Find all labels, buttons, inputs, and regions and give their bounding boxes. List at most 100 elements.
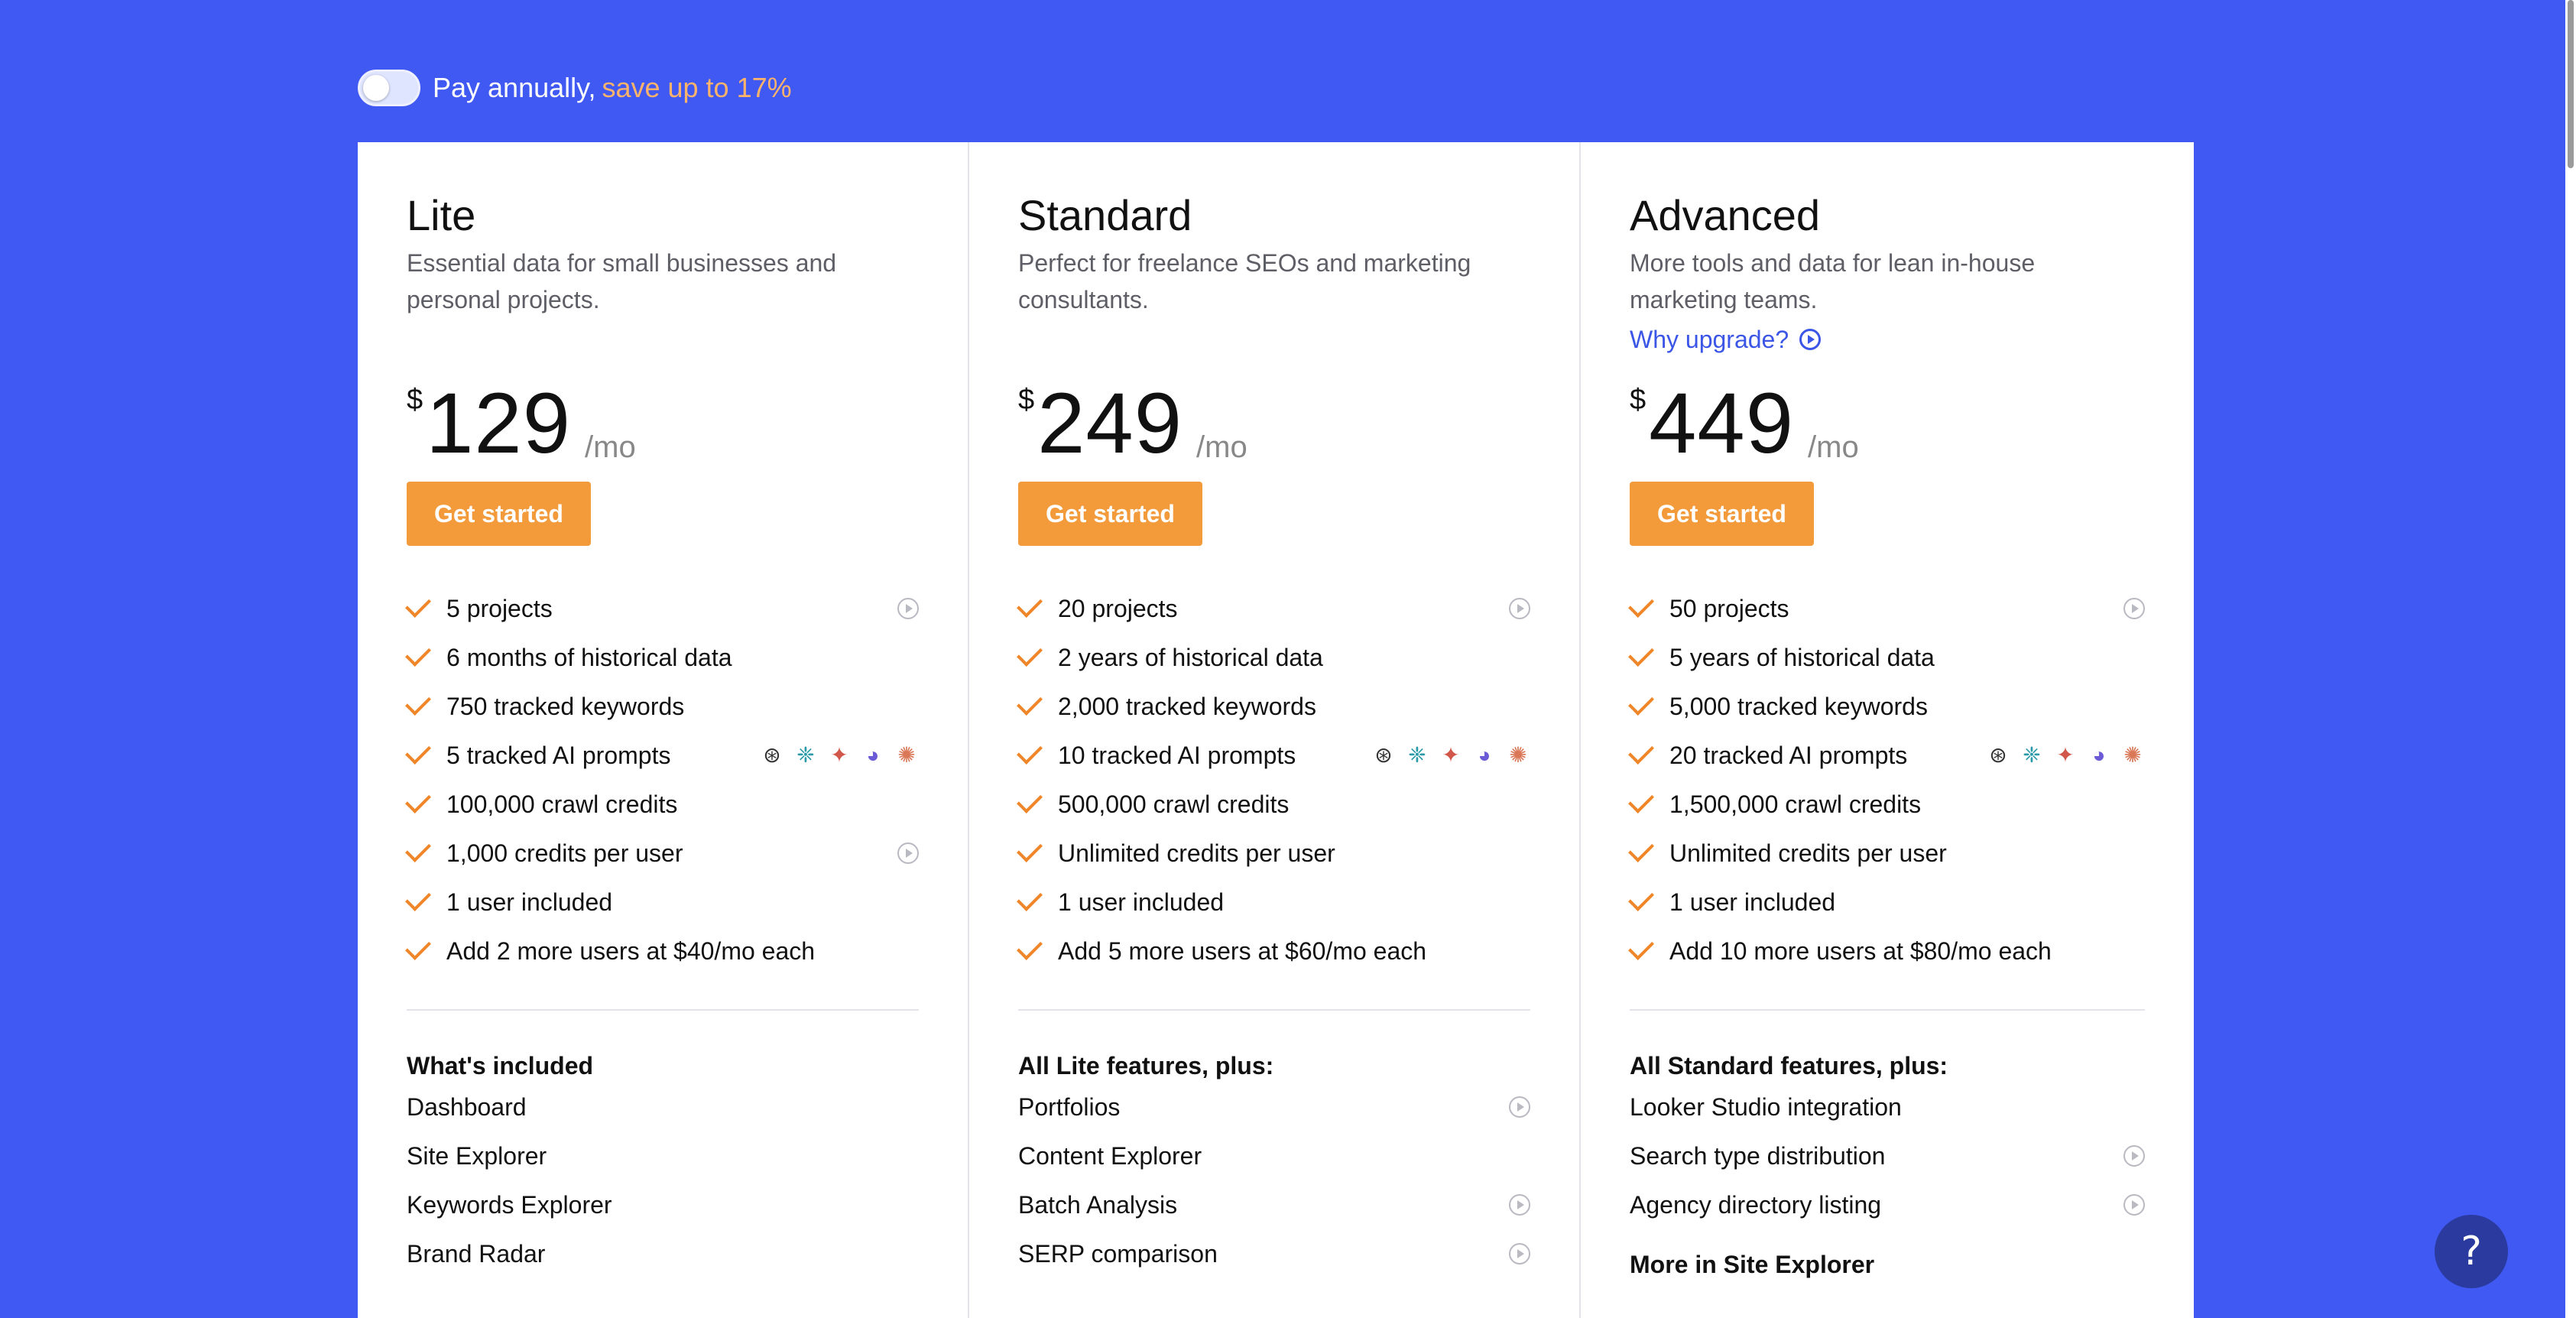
plan-name: Lite bbox=[407, 191, 476, 239]
feature-text: 5,000 tracked keywords bbox=[1669, 692, 1928, 720]
play-icon[interactable] bbox=[2123, 1145, 2145, 1167]
play-icon[interactable] bbox=[1509, 1096, 1530, 1118]
check-icon bbox=[405, 641, 431, 667]
gemini-icon: ✦ bbox=[1442, 743, 1460, 767]
currency-symbol: $ bbox=[1630, 384, 1646, 416]
plan-price: $ 129 /mo bbox=[407, 375, 919, 474]
check-icon bbox=[1628, 885, 1654, 911]
billing-toggle-row: Pay annually, save up to 17% bbox=[358, 69, 792, 107]
price-amount: 449 bbox=[1649, 375, 1795, 471]
included-text: Batch Analysis bbox=[1018, 1190, 1178, 1219]
price-period: /mo bbox=[1196, 430, 1247, 464]
included-list: Portfolios Content Explorer Batch Analys… bbox=[1018, 1083, 1530, 1278]
toggle-knob bbox=[363, 75, 389, 101]
check-icon bbox=[405, 690, 431, 716]
feature-item: 20 tracked AI prompts ⊛ ❈ ✦ ◕ ✺ bbox=[1628, 731, 2145, 780]
claude-icon: ✺ bbox=[1509, 743, 1527, 767]
plan-price: $ 449 /mo bbox=[1630, 375, 2145, 474]
perplexity-icon: ❈ bbox=[1408, 743, 1426, 767]
plan-card-lite: Lite Essential data for small businesses… bbox=[358, 142, 969, 1318]
scrollbar[interactable] bbox=[2565, 0, 2576, 1318]
play-icon[interactable] bbox=[897, 842, 919, 864]
included-item: Brand Radar bbox=[407, 1239, 546, 1268]
feature-text: Unlimited credits per user bbox=[1058, 839, 1335, 867]
plan-description: Essential data for small businesses and … bbox=[407, 249, 837, 313]
feature-item: 1 user included bbox=[405, 878, 919, 927]
feature-text: 1 user included bbox=[1058, 888, 1225, 916]
feature-item: 5 years of historical data bbox=[1628, 633, 2145, 682]
check-icon bbox=[405, 836, 431, 862]
feature-text: 1 user included bbox=[1669, 888, 1836, 916]
get-started-button[interactable]: Get started bbox=[407, 482, 591, 546]
annual-billing-toggle[interactable] bbox=[358, 70, 420, 106]
gemini-icon: ✦ bbox=[2056, 743, 2075, 767]
feature-text: 5 tracked AI prompts bbox=[446, 741, 671, 769]
chatgpt-icon: ⊛ bbox=[1374, 743, 1393, 767]
help-button[interactable]: ? bbox=[2435, 1215, 2508, 1288]
play-icon[interactable] bbox=[1509, 1194, 1530, 1216]
play-icon[interactable] bbox=[2123, 1194, 2145, 1216]
plan-name: Advanced bbox=[1630, 191, 1821, 239]
feature-text: Add 10 more users at $80/mo each bbox=[1669, 937, 2052, 965]
included-item: Keywords Explorer bbox=[407, 1190, 612, 1219]
feature-item: 20 projects bbox=[1017, 584, 1530, 633]
check-icon bbox=[1628, 641, 1654, 667]
included-text: Content Explorer bbox=[1018, 1141, 1202, 1170]
feature-text: 750 tracked keywords bbox=[446, 692, 685, 720]
included-item: Site Explorer bbox=[407, 1141, 547, 1170]
copilot-icon: ◕ bbox=[1478, 743, 1491, 767]
feature-text: 1 user included bbox=[446, 888, 613, 916]
feature-item: 50 projects bbox=[1628, 584, 2145, 633]
play-icon[interactable] bbox=[897, 598, 919, 619]
feature-item: 500,000 crawl credits bbox=[1017, 780, 1530, 829]
chatgpt-icon: ⊛ bbox=[763, 743, 781, 767]
play-icon[interactable] bbox=[1509, 598, 1530, 619]
included-text: Portfolios bbox=[1018, 1092, 1121, 1121]
scrollbar-thumb[interactable] bbox=[2568, 0, 2574, 168]
feature-text: 50 projects bbox=[1669, 594, 1789, 622]
check-icon bbox=[1017, 641, 1043, 667]
plan-name: Standard bbox=[1018, 191, 1192, 239]
included-title: What's included bbox=[407, 1052, 594, 1079]
feature-item: 1 user included bbox=[1017, 878, 1530, 927]
feature-item: 100,000 crawl credits bbox=[405, 780, 919, 829]
included-item: Content Explorer bbox=[1018, 1131, 1530, 1180]
why-upgrade-text: Why upgrade? bbox=[1630, 326, 1789, 353]
get-started-button[interactable]: Get started bbox=[1630, 482, 1814, 546]
check-icon bbox=[1628, 739, 1654, 765]
feature-item: 6 months of historical data bbox=[405, 633, 919, 682]
divider bbox=[407, 1009, 919, 1011]
plan-description: More tools and data for lean in-house ma… bbox=[1630, 249, 2036, 313]
plan-card-advanced: Advanced More tools and data for lean in… bbox=[1581, 142, 2194, 1318]
play-icon[interactable] bbox=[2123, 598, 2145, 619]
feature-text: 2 years of historical data bbox=[1058, 643, 1323, 671]
feature-text: 10 tracked AI prompts bbox=[1058, 741, 1296, 769]
feature-item: 5,000 tracked keywords bbox=[1628, 682, 2145, 731]
check-icon bbox=[1628, 836, 1654, 862]
ai-engine-icons: ⊛ ❈ ✦ ◕ ✺ bbox=[1371, 743, 1530, 768]
toggle-label: Pay annually, save up to 17% bbox=[433, 72, 792, 104]
play-icon[interactable] bbox=[1509, 1243, 1530, 1264]
included-list: Dashboard Site Explorer Keywords Explore… bbox=[407, 1083, 919, 1278]
included-item: Batch Analysis bbox=[1018, 1180, 1530, 1229]
feature-item: 2,000 tracked keywords bbox=[1017, 682, 1530, 731]
check-icon bbox=[1017, 787, 1043, 813]
feature-item: Unlimited credits per user bbox=[1017, 829, 1530, 878]
feature-item: Unlimited credits per user bbox=[1628, 829, 2145, 878]
ai-engine-icons: ⊛ ❈ ✦ ◕ ✺ bbox=[760, 743, 919, 768]
included-item: Looker Studio integration bbox=[1630, 1083, 2145, 1131]
check-icon bbox=[1017, 690, 1043, 716]
currency-symbol: $ bbox=[407, 384, 423, 416]
check-icon bbox=[405, 739, 431, 765]
feature-item: 10 tracked AI prompts ⊛ ❈ ✦ ◕ ✺ bbox=[1017, 731, 1530, 780]
included-text: Looker Studio integration bbox=[1630, 1092, 1902, 1121]
why-upgrade-link[interactable]: Why upgrade? bbox=[1630, 318, 2145, 361]
included-item: Dashboard bbox=[407, 1092, 527, 1121]
price-amount: 249 bbox=[1037, 375, 1183, 471]
get-started-button[interactable]: Get started bbox=[1018, 482, 1202, 546]
feature-item: 1 user included bbox=[1628, 878, 2145, 927]
copilot-icon: ◕ bbox=[2092, 743, 2106, 767]
feature-item: 5 projects bbox=[405, 584, 919, 633]
feature-text: 5 years of historical data bbox=[1669, 643, 1935, 671]
included-item: Search type distribution bbox=[1630, 1131, 2145, 1180]
